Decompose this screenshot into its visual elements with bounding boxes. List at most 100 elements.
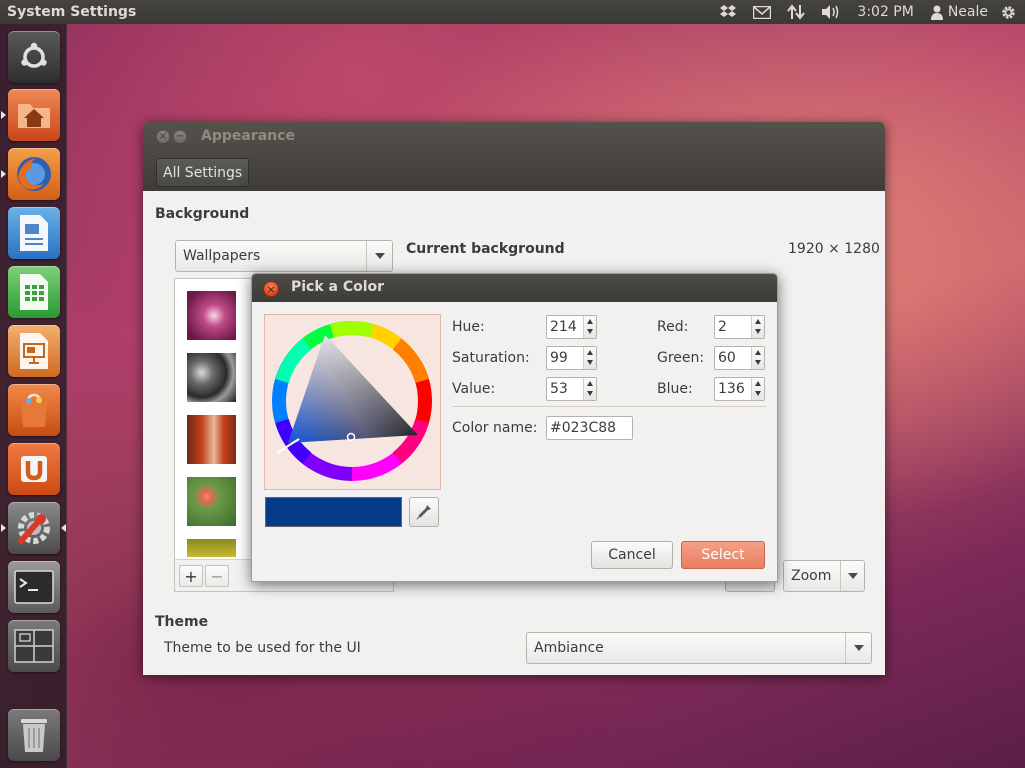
user-menu[interactable]: Neale — [922, 0, 994, 24]
zoom-value: Zoom — [791, 568, 832, 584]
saturation-spinner[interactable]: 99 — [546, 346, 597, 370]
top-panel: System Settings 3:02 PM Neale — [0, 0, 1025, 24]
close-window-button[interactable]: × — [156, 130, 170, 144]
launcher-libreoffice-calc[interactable] — [8, 266, 60, 318]
hue-spinner[interactable]: 214 — [546, 315, 597, 339]
impress-icon — [20, 333, 48, 369]
saturation-label: Saturation: — [452, 350, 530, 366]
workspace-switcher-icon — [14, 629, 54, 663]
cancel-button[interactable]: Cancel — [591, 541, 673, 569]
red-spinner[interactable]: 2 — [714, 315, 765, 339]
launcher-software-center[interactable] — [8, 384, 60, 436]
active-indicator — [61, 524, 66, 532]
red-value: 2 — [718, 319, 727, 335]
color-wheel-area[interactable] — [264, 314, 441, 490]
firefox-icon — [17, 157, 51, 191]
saturation-value: 99 — [550, 350, 568, 366]
home-folder-icon — [18, 104, 50, 128]
background-heading: Background — [155, 206, 250, 222]
appearance-titlebar: × − Appearance All Settings — [143, 122, 885, 191]
dash-home-button[interactable] — [8, 31, 60, 83]
wallpaper-source-value: Wallpapers — [183, 248, 261, 264]
window-title: Appearance — [201, 128, 295, 144]
wallpaper-thumbnail[interactable] — [187, 353, 236, 402]
launcher-system-settings[interactable] — [8, 502, 60, 554]
green-label: Green: — [657, 350, 705, 366]
value-value: 53 — [550, 381, 568, 397]
indicator-area: 3:02 PM Neale — [711, 0, 1025, 24]
launcher-libreoffice-writer[interactable] — [8, 207, 60, 259]
dialog-close-button[interactable]: × — [263, 281, 279, 297]
network-icon[interactable] — [779, 0, 813, 24]
color-name-input[interactable]: #023C88 — [546, 416, 633, 440]
color-name-label: Color name: — [452, 420, 538, 436]
clock[interactable]: 3:02 PM — [849, 0, 921, 24]
chevron-down-icon — [845, 633, 871, 663]
launcher-libreoffice-impress[interactable] — [8, 325, 60, 377]
value-spinner[interactable]: 53 — [546, 377, 597, 401]
app-title: System Settings — [7, 4, 137, 20]
trash-icon — [21, 719, 47, 752]
hsv-triangle-wheel[interactable] — [265, 315, 440, 489]
spin-arrows-icon[interactable] — [751, 316, 764, 338]
spin-arrows-icon[interactable] — [583, 316, 596, 338]
spin-arrows-icon[interactable] — [751, 378, 764, 400]
all-settings-button[interactable]: All Settings — [156, 158, 250, 187]
theme-combo[interactable]: Ambiance — [526, 632, 872, 664]
writer-icon — [20, 215, 48, 251]
chevron-down-icon — [366, 241, 392, 271]
value-label: Value: — [452, 381, 496, 397]
theme-heading: Theme — [155, 614, 209, 630]
blue-value: 136 — [718, 381, 745, 397]
user-name: Neale — [947, 4, 988, 20]
wallpaper-thumbnail[interactable] — [187, 539, 236, 557]
shopping-bag-icon — [21, 393, 47, 427]
launcher-trash[interactable] — [8, 709, 60, 761]
running-indicator — [1, 524, 6, 532]
dropbox-icon[interactable] — [711, 0, 745, 24]
pick-color-dialog: × Pick a Color Hue: 214 Saturation: 99 V… — [251, 273, 778, 582]
ubuntu-logo-icon — [21, 42, 47, 68]
spin-arrows-icon[interactable] — [751, 347, 764, 369]
calc-icon — [20, 274, 48, 310]
zoom-combo[interactable]: Zoom — [783, 560, 865, 592]
red-label: Red: — [657, 319, 689, 335]
launcher-workspace-switcher[interactable] — [8, 620, 60, 672]
settings-wrench-icon — [18, 512, 50, 544]
dialog-titlebar: × Pick a Color — [252, 274, 777, 302]
running-indicator — [1, 170, 6, 178]
blue-spinner[interactable]: 136 — [714, 377, 765, 401]
launcher-firefox[interactable] — [8, 148, 60, 200]
blue-label: Blue: — [657, 381, 693, 397]
green-value: 60 — [718, 350, 736, 366]
wallpaper-thumbnail[interactable] — [187, 477, 236, 526]
green-spinner[interactable]: 60 — [714, 346, 765, 370]
wallpaper-source-combo[interactable]: Wallpapers — [175, 240, 393, 272]
theme-description: Theme to be used for the UI — [164, 640, 361, 656]
gear-icon[interactable] — [994, 0, 1025, 24]
wallpaper-thumbnail[interactable] — [187, 291, 236, 340]
minimize-window-button[interactable]: − — [173, 130, 187, 144]
close-icon: × — [266, 282, 276, 296]
launcher-terminal[interactable] — [8, 561, 60, 613]
minimize-icon: − — [175, 131, 185, 142]
spin-arrows-icon[interactable] — [583, 347, 596, 369]
volume-icon[interactable] — [813, 0, 849, 24]
launcher-ubuntu-one[interactable] — [8, 443, 60, 495]
running-indicator — [1, 111, 6, 119]
select-button[interactable]: Select — [681, 541, 765, 569]
current-background-label: Current background — [406, 241, 565, 257]
eyedropper-icon — [416, 505, 431, 520]
eyedropper-button[interactable] — [409, 497, 439, 527]
add-wallpaper-button[interactable]: + — [179, 565, 203, 587]
remove-wallpaper-button[interactable]: − — [205, 565, 229, 587]
terminal-icon — [14, 570, 54, 604]
resolution-label: 1920 × 1280 — [788, 241, 880, 257]
chevron-down-icon — [840, 561, 864, 591]
user-icon — [930, 5, 943, 20]
separator — [452, 406, 766, 407]
spin-arrows-icon[interactable] — [583, 378, 596, 400]
launcher-home-folder[interactable] — [8, 89, 60, 141]
wallpaper-thumbnail[interactable] — [187, 415, 236, 464]
mail-icon[interactable] — [745, 0, 779, 24]
